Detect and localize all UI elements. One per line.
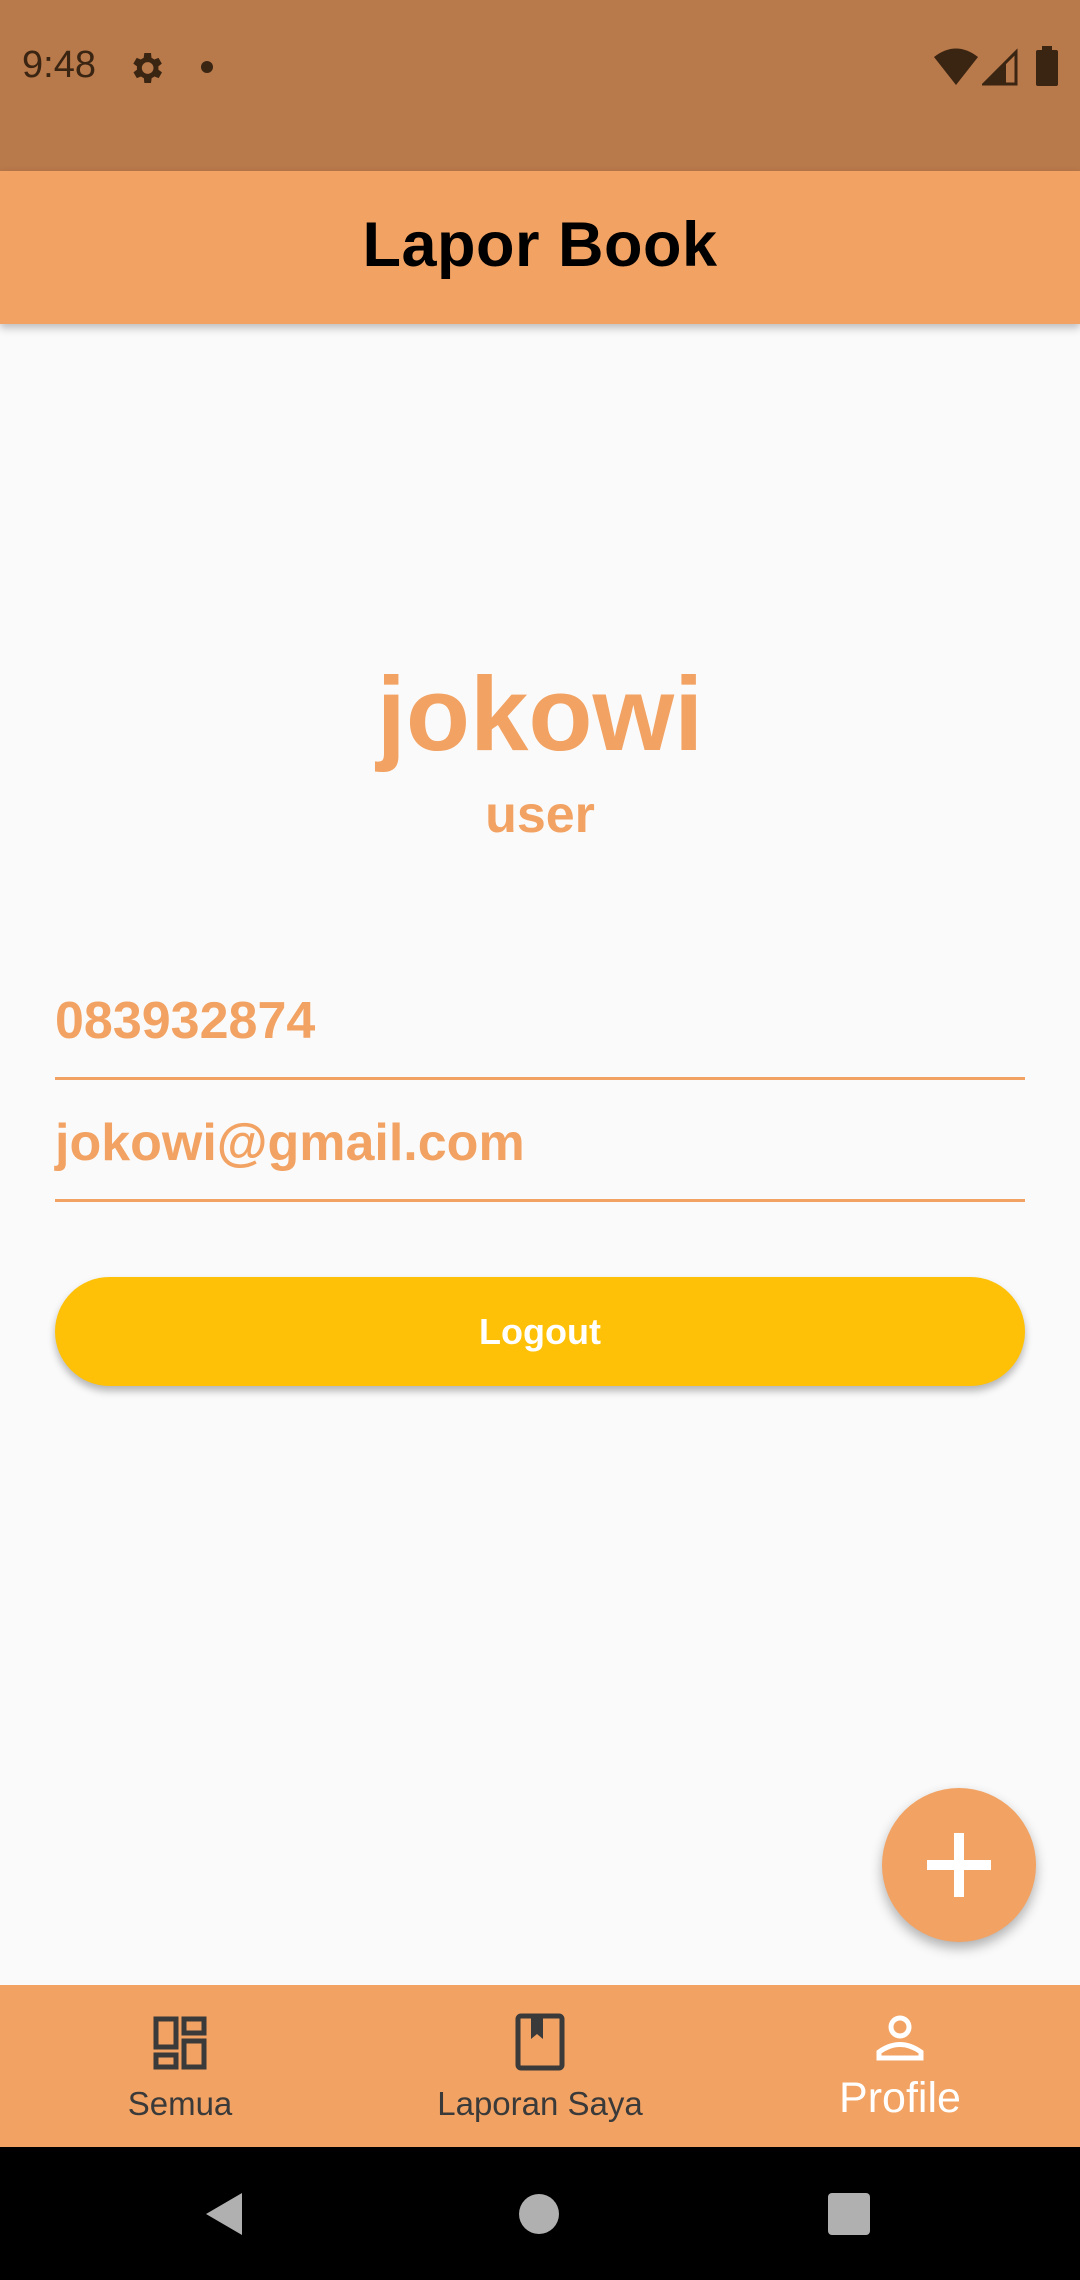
nav-item-profile[interactable]: Profile (720, 1985, 1080, 2147)
nav-label-profile: Profile (839, 2074, 961, 2122)
status-time: 9:48 (22, 44, 96, 86)
system-nav-bar (0, 2147, 1080, 2280)
add-report-fab[interactable] (882, 1788, 1036, 1942)
person-icon (876, 2015, 924, 2061)
bottom-nav: Semua Laporan Saya Profile (0, 1985, 1080, 2147)
profile-screen: 9:48 Lapor Book jokowi user 083932874 jo… (0, 0, 1080, 2280)
profile-role: user (485, 786, 595, 844)
profile-name: jokowi (376, 656, 704, 773)
app-bar: Lapor Book (0, 171, 1080, 324)
logout-button[interactable]: Logout (55, 1277, 1025, 1386)
logout-label: Logout (479, 1310, 601, 1352)
home-icon[interactable] (518, 2193, 560, 2235)
email-field: jokowi@gmail.com (55, 1109, 1025, 1202)
wifi-icon (934, 48, 978, 85)
nav-item-semua[interactable]: Semua (0, 1985, 360, 2147)
book-icon (515, 2013, 565, 2071)
gear-icon (133, 53, 162, 83)
nav-label-laporan-saya: Laporan Saya (437, 2085, 643, 2122)
signal-icon (982, 48, 1018, 86)
battery-icon (1036, 46, 1058, 86)
phone-field: 083932874 (55, 987, 1025, 1080)
plus-icon (927, 1833, 991, 1897)
back-icon[interactable] (204, 2191, 244, 2237)
status-bar: 9:48 (0, 0, 1080, 171)
nav-label-semua: Semua (127, 2085, 233, 2122)
dot-icon (201, 61, 213, 73)
recents-icon[interactable] (828, 2193, 870, 2235)
phone-text: 083932874 (55, 992, 316, 1050)
dashboard-icon (153, 2016, 207, 2070)
app-title: Lapor Book (362, 210, 718, 280)
email-text: jokowi@gmail.com (55, 1114, 525, 1172)
nav-item-laporan-saya[interactable]: Laporan Saya (360, 1985, 720, 2147)
